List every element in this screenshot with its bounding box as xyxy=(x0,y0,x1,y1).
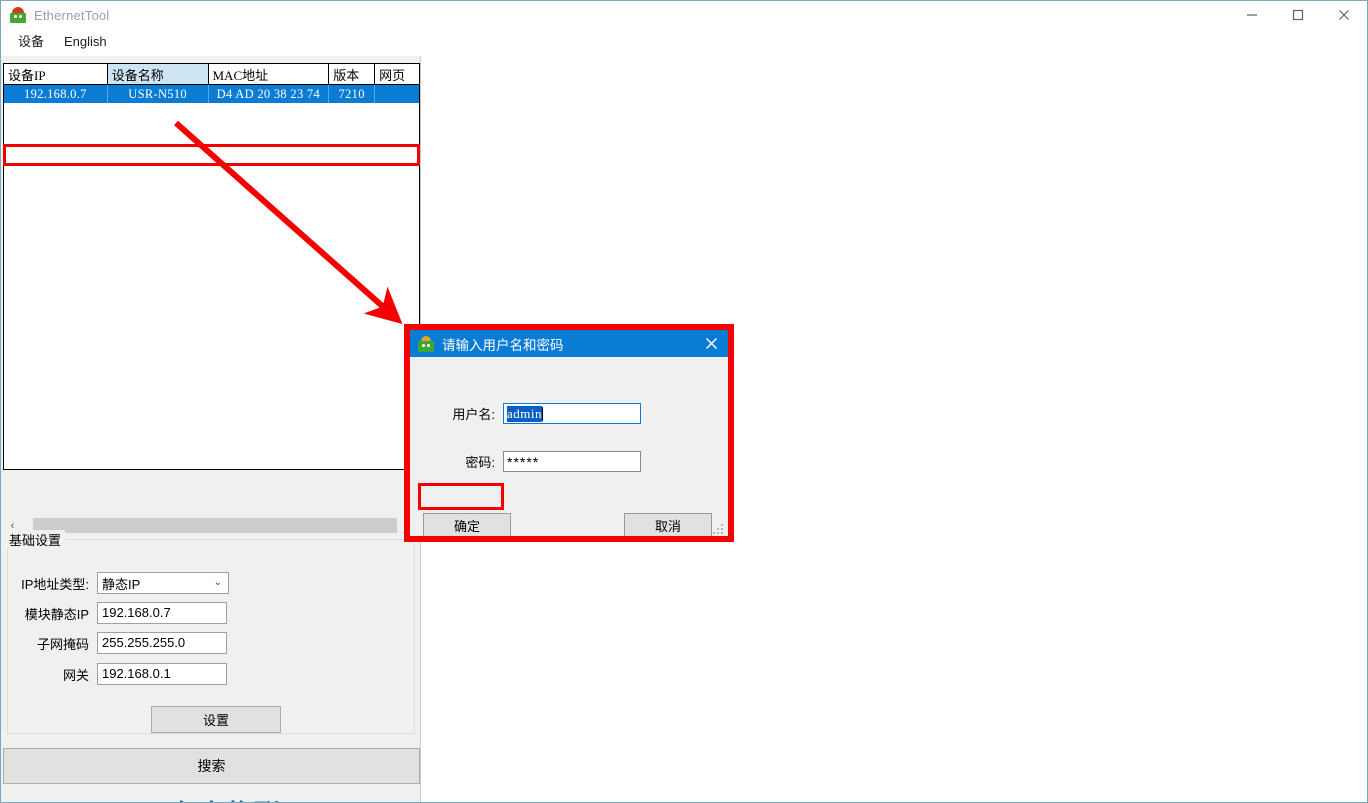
dialog-title: 请输入用户名和密码 xyxy=(442,337,564,353)
column-header-version[interactable]: 版本 xyxy=(329,64,376,84)
password-value: ***** xyxy=(507,453,540,470)
search-button[interactable]: 搜索 xyxy=(3,748,420,784)
column-header-mac[interactable]: MAC地址 xyxy=(208,64,330,84)
app-robot-icon xyxy=(10,7,26,23)
ethernet-tool-window: EthernetTool 设备 English 设备IP 设备名称 MAC地址 … xyxy=(0,0,1368,803)
label-ip-address-type: IP地址类型: xyxy=(21,576,89,592)
column-header-device-name[interactable]: 设备名称 xyxy=(107,64,209,84)
field-password: 密码: ***** xyxy=(441,451,641,472)
cell-version: 7210 xyxy=(329,85,376,103)
cell-web xyxy=(375,85,419,103)
text-caret xyxy=(542,406,543,421)
table-row[interactable]: 192.168.0.7 USR-N510 D4 AD 20 38 23 74 7… xyxy=(4,85,419,103)
hscroll-track[interactable] xyxy=(21,517,419,534)
label-username: 用户名: xyxy=(452,407,495,422)
label-password: 密码: xyxy=(465,455,495,470)
device-list[interactable]: 设备IP 设备名称 MAC地址 版本 网页 192.168.0.7 USR-N5… xyxy=(3,63,420,470)
subnet-mask-input[interactable]: 255.255.255.0 xyxy=(97,632,227,654)
menu-english[interactable]: English xyxy=(55,31,116,53)
cell-device-ip: 192.168.0.7 xyxy=(4,85,108,103)
ok-button[interactable]: 确定 xyxy=(423,513,511,536)
basic-settings-title: 基础设置 xyxy=(5,530,66,549)
column-header-device-ip[interactable]: 设备IP xyxy=(4,64,108,84)
username-input[interactable]: admin xyxy=(503,403,641,424)
gateway-input[interactable]: 192.168.0.1 xyxy=(97,663,227,685)
device-list-hscrollbar[interactable]: ‹ xyxy=(4,517,419,534)
field-username: 用户名: admin xyxy=(441,403,641,424)
ip-address-type-value: 静态IP xyxy=(102,576,141,592)
cell-mac: D4 AD 20 38 23 74 xyxy=(209,85,330,103)
chevron-down-icon: ⌄ xyxy=(213,577,222,588)
menubar: 设备 English xyxy=(1,29,1367,55)
dialog-robot-icon xyxy=(418,335,434,352)
hscroll-thumb[interactable] xyxy=(33,518,397,533)
window-controls xyxy=(1229,1,1367,29)
menu-device[interactable]: 设备 xyxy=(9,31,53,53)
window-title: EthernetTool xyxy=(34,7,110,23)
device-list-header: 设备IP 设备名称 MAC地址 版本 网页 xyxy=(4,64,419,85)
minimize-icon[interactable] xyxy=(1229,1,1275,29)
username-value: admin xyxy=(507,405,542,422)
module-static-ip-input[interactable]: 192.168.0.7 xyxy=(97,602,227,624)
column-header-web[interactable]: 网页 xyxy=(375,64,419,84)
window-titlebar: EthernetTool xyxy=(1,1,1367,29)
cell-device-name: USR-N510 xyxy=(108,85,209,103)
field-gateway: 网关 192.168.0.1 xyxy=(7,663,227,685)
dialog-body: 用户名: admin 密码: ***** 确定 取消 xyxy=(410,357,728,536)
dialog-titlebar: 请输入用户名和密码 xyxy=(410,330,728,357)
password-input[interactable]: ***** xyxy=(503,451,641,472)
resize-grip-icon[interactable] xyxy=(713,522,725,534)
set-button[interactable]: 设置 xyxy=(151,706,281,733)
ip-address-type-select[interactable]: 静态IP ⌄ xyxy=(97,572,229,594)
field-module-static-ip: 模块静态IP 192.168.0.7 xyxy=(7,602,227,624)
cancel-button[interactable]: 取消 xyxy=(624,513,712,536)
field-subnet-mask: 子网掩码 255.255.255.0 xyxy=(7,632,227,654)
label-module-static-ip: 模块静态IP xyxy=(24,606,89,622)
label-gateway: 网关 xyxy=(62,667,89,683)
dialog-close-icon[interactable] xyxy=(698,332,724,354)
logo-main-text: 有人物联网 xyxy=(170,800,310,803)
login-dialog: 请输入用户名和密码 用户名: admin 密码: ***** 确定 取消 xyxy=(410,330,728,536)
field-ip-address-type: IP地址类型: 静态IP ⌄ xyxy=(7,572,229,594)
left-panel: 设备IP 设备名称 MAC地址 版本 网页 192.168.0.7 USR-N5… xyxy=(1,56,421,803)
label-subnet-mask: 子网掩码 xyxy=(36,636,89,652)
brand-logo: ® 有人物联网 工业物联网通讯专家 xyxy=(1,792,421,803)
close-icon[interactable] xyxy=(1321,1,1367,29)
maximize-icon[interactable] xyxy=(1275,1,1321,29)
